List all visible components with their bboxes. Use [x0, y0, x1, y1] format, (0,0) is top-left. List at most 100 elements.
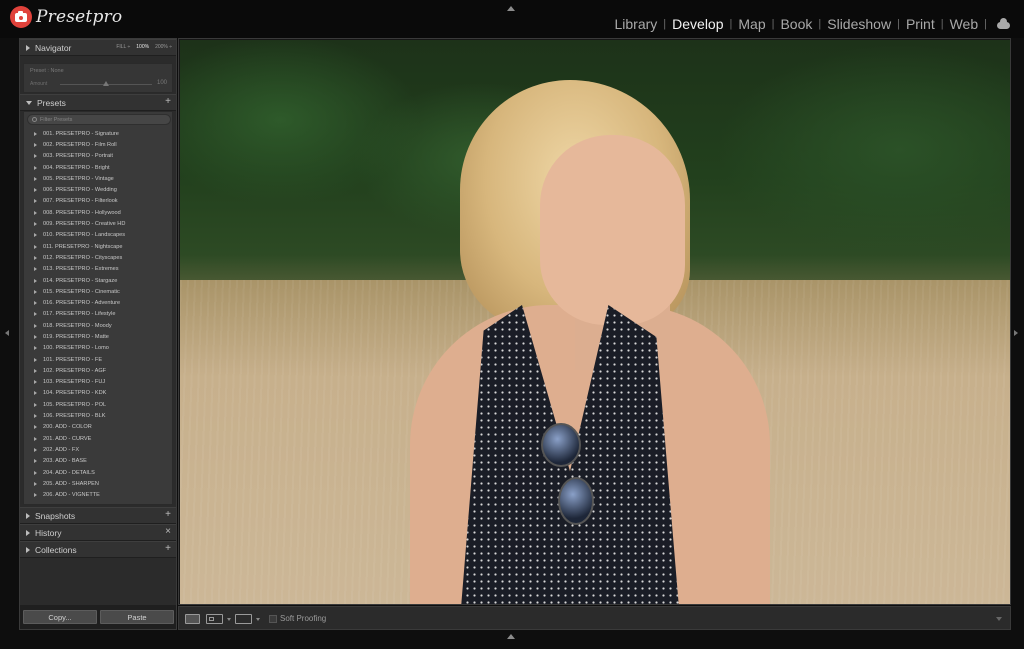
preset-folder-item[interactable]: 007. PRESETPRO - Filterlook [24, 196, 172, 207]
preset-folder-label: 004. PRESETPRO - Bright [43, 164, 110, 171]
preset-folder-item[interactable]: 010. PRESETPRO - Landscapes [24, 230, 172, 241]
preset-folder-label: 013. PRESETPRO - Extremes [43, 266, 119, 273]
preset-folder-item[interactable]: 014. PRESETPRO - Stargaze [24, 275, 172, 286]
navigator-header[interactable]: Navigator FILL ÷ 100% 200% ÷ [20, 39, 176, 56]
expand-triangle-icon [34, 278, 37, 283]
swap-before-after-icon[interactable] [235, 614, 252, 624]
filter-presets-input[interactable] [40, 115, 165, 124]
preset-folder-label: 206. ADD - VIGNETTE [43, 492, 100, 499]
add-snapshot-button[interactable]: + [165, 509, 171, 520]
navigator-title: Navigator [35, 42, 72, 53]
preset-folder-label: 201. ADD - CURVE [43, 435, 92, 442]
expand-triangle-icon [34, 199, 37, 204]
before-after-dropdown-icon[interactable] [227, 618, 231, 621]
preset-folder-label: 008. PRESETPRO - Hollywood [43, 209, 121, 216]
preset-folder-item[interactable]: 200. ADD - COLOR [24, 422, 172, 433]
module-book[interactable]: Book [780, 16, 812, 32]
preset-folder-item[interactable]: 018. PRESETPRO - Moody [24, 320, 172, 331]
expand-triangle-icon [34, 312, 37, 317]
bottom-panel-toggle-icon[interactable] [507, 634, 515, 639]
preset-folder-item[interactable]: 015. PRESETPRO - Cinematic [24, 286, 172, 297]
preset-folder-item[interactable]: 016. PRESETPRO - Adventure [24, 297, 172, 308]
search-icon [32, 117, 37, 122]
module-slideshow[interactable]: Slideshow [827, 16, 891, 32]
module-print[interactable]: Print [906, 16, 935, 32]
preset-folder-item[interactable]: 205. ADD - SHARPEN [24, 478, 172, 489]
filter-presets-field[interactable] [27, 114, 171, 125]
toolbar-menu-icon[interactable] [996, 617, 1002, 621]
top-panel-toggle-icon[interactable] [507, 6, 515, 11]
right-panel-toggle-icon[interactable] [1014, 330, 1018, 336]
copy-paste-bar: Copy... Paste [20, 605, 176, 629]
expand-triangle-icon [34, 289, 37, 294]
preset-folder-item[interactable]: 006. PRESETPRO - Wedding [24, 184, 172, 195]
preset-folder-item[interactable]: 101. PRESETPRO - FE [24, 354, 172, 365]
preset-folder-label: 012. PRESETPRO - Cityscapes [43, 254, 123, 261]
preset-folder-item[interactable]: 106. PRESETPRO - BLK [24, 410, 172, 421]
preset-folder-item[interactable]: 012. PRESETPRO - Cityscapes [24, 252, 172, 263]
expand-triangle-icon [34, 414, 37, 419]
expand-triangle-icon [34, 176, 37, 181]
preset-folder-item[interactable]: 100. PRESETPRO - Lomo [24, 343, 172, 354]
camera-icon [10, 6, 32, 28]
soft-proofing-checkbox[interactable] [269, 615, 277, 623]
preset-amount-panel: Preset : None Amount 100 [23, 63, 173, 93]
loupe-view-icon[interactable] [185, 614, 200, 624]
zoom-option[interactable]: FILL ÷ [116, 44, 130, 50]
add-preset-button[interactable]: + [165, 96, 171, 107]
left-panel-toggle-icon[interactable] [5, 330, 9, 336]
clear-history-button[interactable]: × [165, 526, 171, 537]
preset-folder-item[interactable]: 009. PRESETPRO - Creative HD [24, 218, 172, 229]
preset-folder-item[interactable]: 103. PRESETPRO - FUJ [24, 377, 172, 388]
copy-settings-dropdown-icon[interactable] [256, 618, 260, 621]
preset-folder-label: 101. PRESETPRO - FE [43, 356, 103, 363]
expand-triangle-icon [34, 402, 37, 407]
preset-folder-label: 002. PRESETPRO - Film Roll [43, 141, 117, 148]
paste-button[interactable]: Paste [100, 610, 174, 624]
preset-folder-item[interactable]: 002. PRESETPRO - Film Roll [24, 139, 172, 150]
module-library[interactable]: Library [614, 16, 657, 32]
expand-triangle-icon [34, 334, 37, 339]
preset-folder-item[interactable]: 206. ADD - VIGNETTE [24, 490, 172, 501]
preset-folder-item[interactable]: 003. PRESETPRO - Portrait [24, 151, 172, 162]
brand-name: Presetpro [36, 7, 123, 27]
preset-folder-item[interactable]: 008. PRESETPRO - Hollywood [24, 207, 172, 218]
module-develop[interactable]: Develop [672, 16, 723, 32]
expand-triangle-icon [26, 44, 30, 51]
module-map[interactable]: Map [738, 16, 765, 32]
history-header[interactable]: History × [20, 524, 176, 541]
preset-folder-item[interactable]: 102. PRESETPRO - AGF [24, 365, 172, 376]
preset-folder-item[interactable]: 011. PRESETPRO - Nightscape [24, 241, 172, 252]
preset-folder-item[interactable]: 202. ADD - FX [24, 444, 172, 455]
module-separator: | [663, 18, 667, 30]
amount-slider-handle[interactable] [103, 81, 109, 86]
copy-button[interactable]: Copy... [23, 610, 97, 624]
preset-folder-item[interactable]: 201. ADD - CURVE [24, 433, 172, 444]
snapshots-header[interactable]: Snapshots + [20, 507, 176, 524]
preset-folder-item[interactable]: 017. PRESETPRO - Lifestyle [24, 309, 172, 320]
module-web[interactable]: Web [950, 16, 979, 32]
zoom-option[interactable]: 100% [136, 44, 149, 50]
preset-folder-item[interactable]: 204. ADD - DETAILS [24, 467, 172, 478]
collections-header[interactable]: Collections + [20, 541, 176, 558]
preset-folder-item[interactable]: 001. PRESETPRO - Signature [24, 128, 172, 139]
cloud-sync-icon[interactable] [997, 17, 1010, 29]
preset-folder-label: 105. PRESETPRO - POL [43, 401, 107, 408]
preset-folder-item[interactable]: 019. PRESETPRO - Matte [24, 331, 172, 342]
preset-folder-item[interactable]: 004. PRESETPRO - Bright [24, 162, 172, 173]
zoom-option[interactable]: 200% ÷ [155, 44, 172, 50]
preset-folder-label: 007. PRESETPRO - Filterlook [43, 198, 118, 205]
preset-folder-item[interactable]: 013. PRESETPRO - Extremes [24, 264, 172, 275]
preset-folder-item[interactable]: 105. PRESETPRO - POL [24, 399, 172, 410]
preset-folder-label: 019. PRESETPRO - Matte [43, 333, 109, 340]
preset-folder-item[interactable]: 104. PRESETPRO - KDK [24, 388, 172, 399]
presets-header[interactable]: Presets + [20, 94, 176, 111]
preset-folder-label: 018. PRESETPRO - Moody [43, 322, 112, 329]
preset-folder-item[interactable]: 203. ADD - BASE [24, 456, 172, 467]
preset-list-panel: 001. PRESETPRO - Signature 002. PRESETPRO… [23, 111, 173, 505]
preset-folder-item[interactable]: 005. PRESETPRO - Vintage [24, 173, 172, 184]
photo-canvas[interactable] [178, 38, 1011, 605]
collections-title: Collections [35, 544, 77, 555]
add-collection-button[interactable]: + [165, 543, 171, 554]
before-after-view-icon[interactable] [206, 614, 223, 624]
